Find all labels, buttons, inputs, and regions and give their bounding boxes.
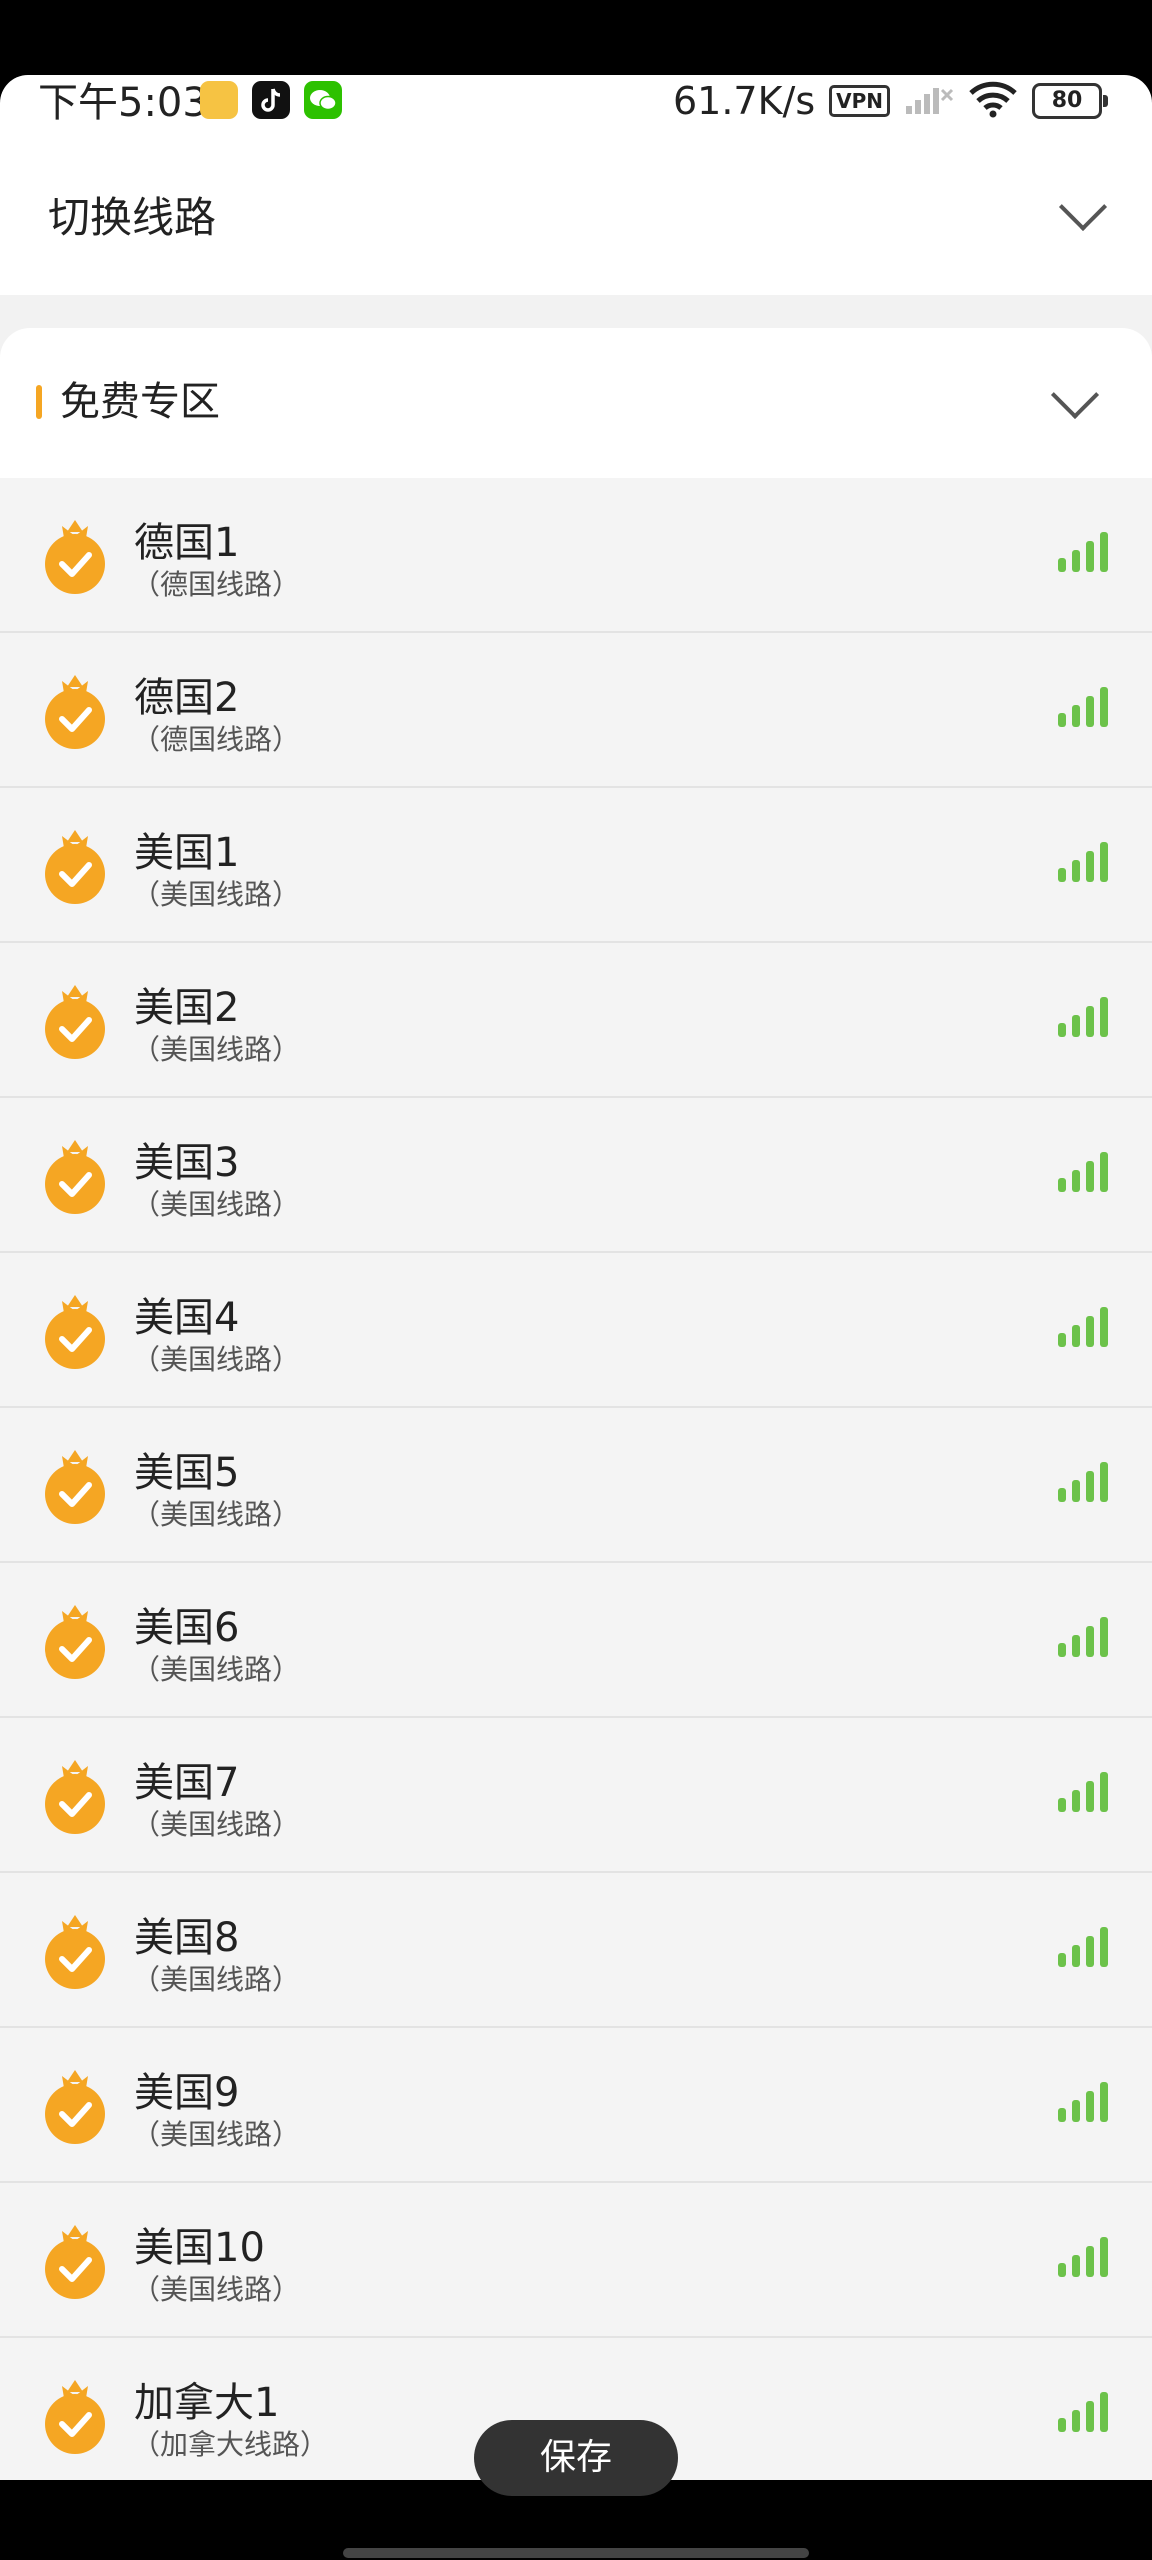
signal-strength-icon <box>1056 1460 1112 1504</box>
server-name: 美国7 <box>134 1760 240 1806</box>
cell-signal-icon <box>904 82 954 120</box>
medal-check-icon <box>42 2223 108 2301</box>
server-name: 美国5 <box>134 1450 240 1496</box>
server-name: 德国2 <box>134 675 240 721</box>
medal-check-icon <box>42 1293 108 1371</box>
server-row[interactable]: 美国7 （美国线路） <box>0 1718 1152 1873</box>
signal-strength-icon <box>1056 995 1112 1039</box>
signal-strength-icon <box>1056 1770 1112 1814</box>
signal-strength-icon <box>1056 1925 1112 1969</box>
server-region: （美国线路） <box>132 1033 301 1066</box>
switch-line-title: 切换线路 <box>48 193 217 242</box>
server-region: （美国线路） <box>132 1808 301 1841</box>
status-right-group: 61.7K/s VPN 80 <box>672 75 1108 127</box>
signal-strength-icon <box>1056 530 1112 574</box>
server-row[interactable]: 美国3 （美国线路） <box>0 1098 1152 1253</box>
network-speed: 61.7K/s <box>672 79 816 123</box>
medal-check-icon <box>42 1448 108 1526</box>
server-row[interactable]: 美国5 （美国线路） <box>0 1408 1152 1563</box>
server-row[interactable]: 美国6 （美国线路） <box>0 1563 1152 1718</box>
app-notification-icon <box>200 81 238 119</box>
server-region: （美国线路） <box>132 1343 301 1376</box>
free-zone-card: 免费专区 德国1 （德国线路） 德国2 （德国线路） 美国1 （美国线路） 美国2 （美国线路… <box>0 328 1152 2480</box>
signal-strength-icon <box>1056 2390 1112 2434</box>
medal-check-icon <box>42 2378 108 2456</box>
server-name: 加拿大1 <box>134 2380 280 2426</box>
server-name: 美国9 <box>134 2070 240 2116</box>
battery-indicator: 80 <box>1032 83 1108 119</box>
medal-check-icon <box>42 983 108 1061</box>
medal-check-icon <box>42 1913 108 1991</box>
server-name: 美国4 <box>134 1295 240 1341</box>
tiktok-icon <box>252 81 290 119</box>
medal-check-icon <box>42 1603 108 1681</box>
server-region: （美国线路） <box>132 1188 301 1221</box>
server-region: （美国线路） <box>132 1653 301 1686</box>
server-region: （德国线路） <box>132 723 301 756</box>
chevron-down-icon[interactable] <box>1050 370 1100 420</box>
server-row[interactable]: 美国8 （美国线路） <box>0 1873 1152 2028</box>
medal-check-icon <box>42 518 108 596</box>
server-region: （美国线路） <box>132 878 301 911</box>
server-name: 美国2 <box>134 985 240 1031</box>
signal-strength-icon <box>1056 1305 1112 1349</box>
server-region: （美国线路） <box>132 1498 301 1531</box>
medal-check-icon <box>42 1138 108 1216</box>
signal-strength-icon <box>1056 1150 1112 1194</box>
medal-check-icon <box>42 673 108 751</box>
server-name: 美国6 <box>134 1605 240 1651</box>
medal-check-icon <box>42 828 108 906</box>
app-content: 切换线路 免费专区 德国1 （德国线路） 德国2 （德国线路） 美国1 （美国线路） 美国2… <box>0 140 1152 2480</box>
server-name: 美国10 <box>134 2225 265 2271</box>
server-region: （德国线路） <box>132 568 301 601</box>
server-row[interactable]: 美国4 （美国线路） <box>0 1253 1152 1408</box>
chevron-down-icon[interactable] <box>1058 182 1108 232</box>
free-zone-header[interactable]: 免费专区 <box>0 328 1152 478</box>
server-row[interactable]: 美国2 （美国线路） <box>0 943 1152 1098</box>
wechat-icon <box>304 81 342 119</box>
wifi-icon <box>968 80 1018 122</box>
medal-check-icon <box>42 1758 108 1836</box>
save-toast: 保存 <box>474 2420 678 2496</box>
server-name: 德国1 <box>134 520 240 566</box>
signal-strength-icon <box>1056 2235 1112 2279</box>
status-time: 下午5:03 <box>38 80 208 126</box>
phone-screen: 下午5:03 61.7K/s VPN 80 切换线路 免费专区 德国1 （德国线… <box>0 0 1152 2560</box>
signal-strength-icon <box>1056 840 1112 884</box>
server-row[interactable]: 美国10 （美国线路） <box>0 2183 1152 2338</box>
vpn-badge: VPN <box>829 85 890 117</box>
server-region: （美国线路） <box>132 2118 301 2151</box>
signal-strength-icon <box>1056 1615 1112 1659</box>
server-name: 美国3 <box>134 1140 240 1186</box>
server-row[interactable]: 德国1 （德国线路） <box>0 478 1152 633</box>
home-indicator[interactable] <box>343 2548 809 2558</box>
switch-line-card[interactable]: 切换线路 <box>0 140 1152 295</box>
server-region: （美国线路） <box>132 2273 301 2306</box>
server-row[interactable]: 德国2 （德国线路） <box>0 633 1152 788</box>
server-list: 德国1 （德国线路） 德国2 （德国线路） 美国1 （美国线路） 美国2 （美国线路） 美国3 （… <box>0 478 1152 2480</box>
server-row[interactable]: 美国1 （美国线路） <box>0 788 1152 943</box>
server-name: 美国1 <box>134 830 240 876</box>
free-zone-title: 免费专区 <box>60 379 220 425</box>
signal-strength-icon <box>1056 2080 1112 2124</box>
section-accent-bar <box>36 385 42 419</box>
server-region: （美国线路） <box>132 1963 301 1996</box>
server-name: 美国8 <box>134 1915 240 1961</box>
server-region: （加拿大线路） <box>132 2428 329 2461</box>
server-row[interactable]: 美国9 （美国线路） <box>0 2028 1152 2183</box>
signal-strength-icon <box>1056 685 1112 729</box>
medal-check-icon <box>42 2068 108 2146</box>
